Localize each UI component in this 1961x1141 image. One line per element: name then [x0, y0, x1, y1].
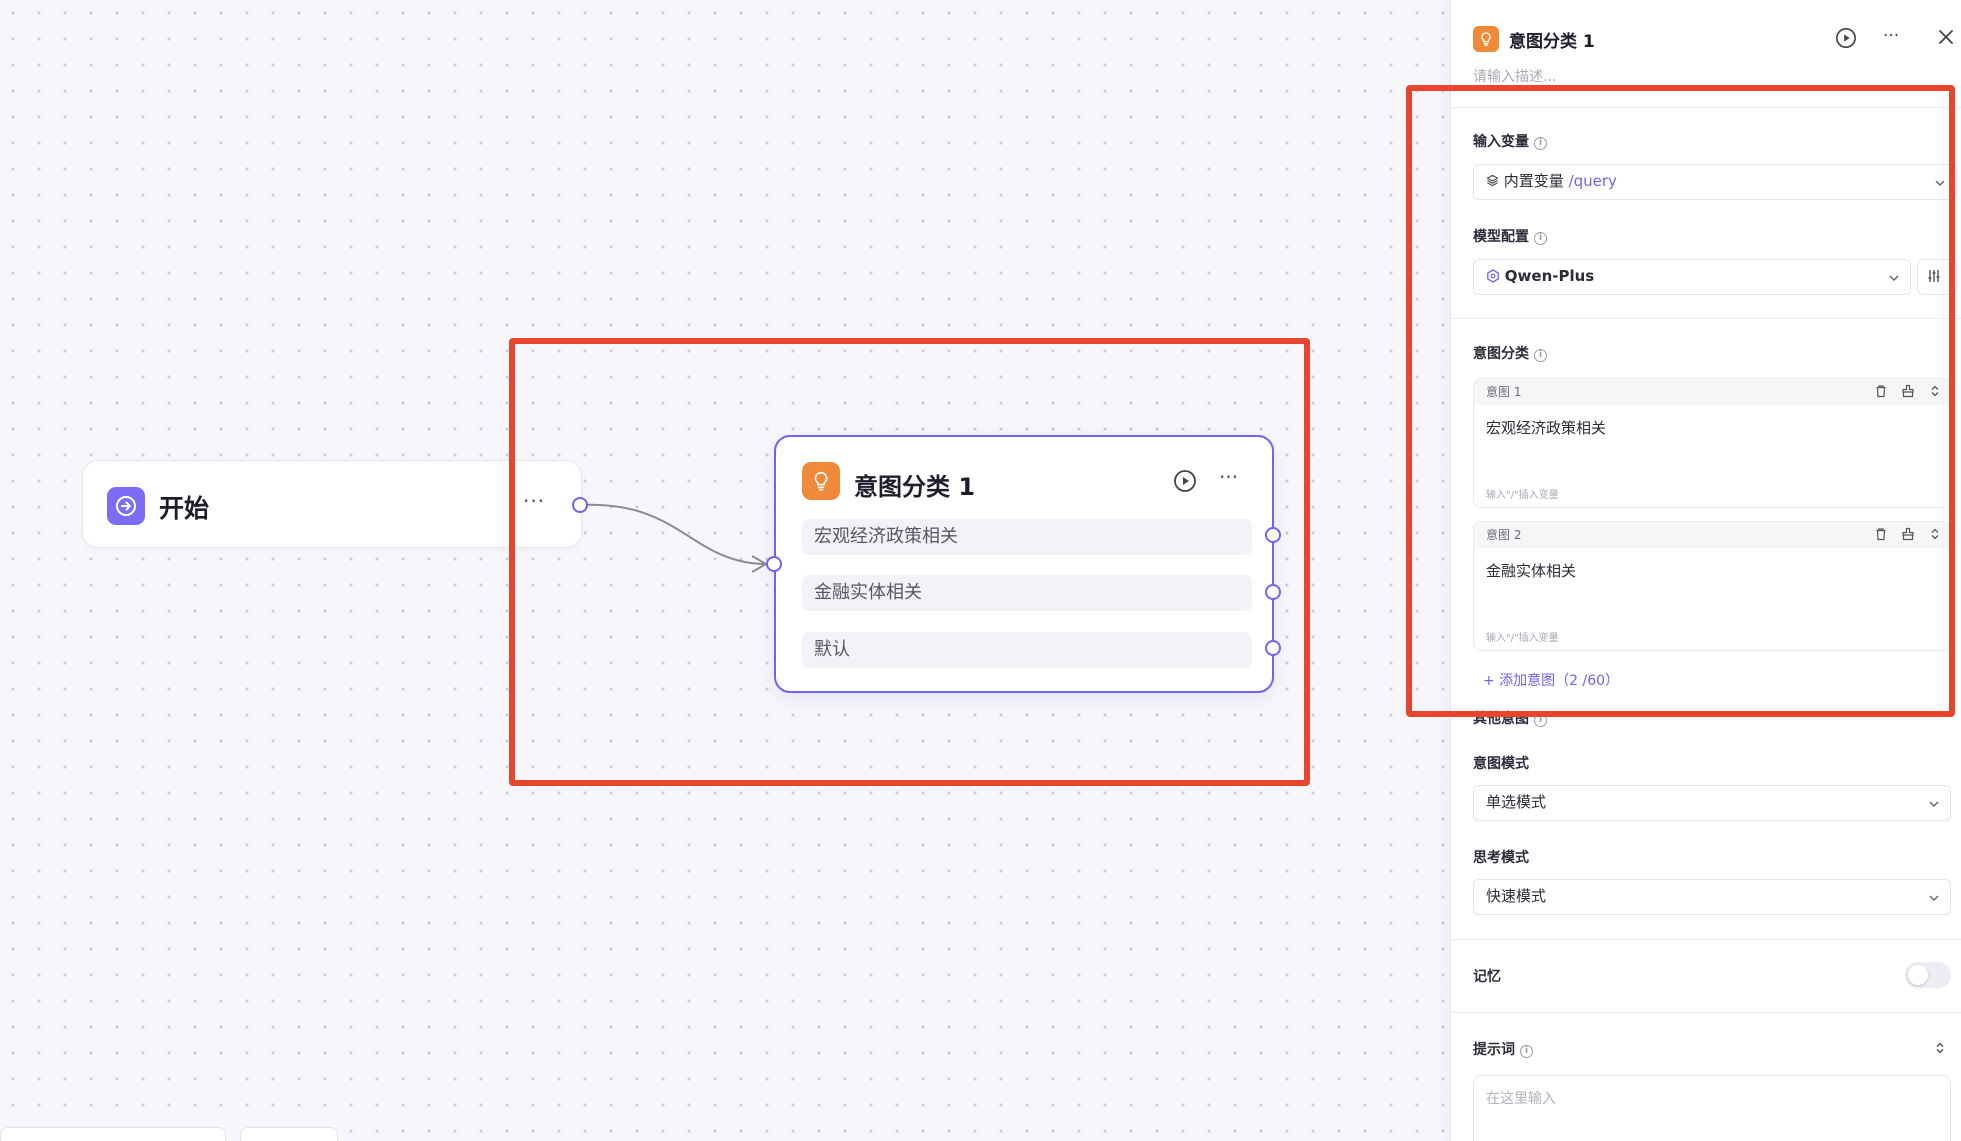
- intent-branch: 默认: [802, 632, 1252, 668]
- input-variable-prefix: 内置变量: [1503, 172, 1564, 190]
- run-icon[interactable]: [1173, 469, 1197, 497]
- prompt-label-text: 提示词: [1473, 1042, 1515, 1058]
- divider: [1451, 1012, 1961, 1013]
- intent-card[interactable]: 意图 1 宏观经济政策相关 输入"/"插入变量: [1473, 378, 1951, 508]
- intent-branch: 金融实体相关: [802, 575, 1252, 611]
- lightbulb-icon: [802, 462, 840, 500]
- node-config-panel: 意图分类 1 ··· 请输入描述... 输入变量 i 内置变量 /query 模型…: [1450, 0, 1961, 1141]
- intent-branch: 宏观经济政策相关: [802, 519, 1252, 555]
- input-variable-select[interactable]: 内置变量 /query: [1473, 164, 1957, 200]
- chevron-down-icon: [1929, 801, 1939, 808]
- run-icon[interactable]: [1835, 27, 1857, 53]
- intent-card-content[interactable]: 宏观经济政策相关: [1474, 405, 1950, 450]
- input-variable-label-text: 输入变量: [1473, 134, 1529, 150]
- model-params-button[interactable]: [1917, 259, 1957, 295]
- layers-icon: [1486, 174, 1499, 187]
- cleanup-icon[interactable]: [1901, 384, 1915, 398]
- intent-card-header: 意图 1: [1474, 379, 1950, 405]
- divider: [1451, 939, 1961, 940]
- branch-output-port[interactable]: [1265, 584, 1281, 600]
- prompt-input[interactable]: 在这里输入: [1473, 1075, 1951, 1141]
- expand-collapse-icon[interactable]: [1933, 1040, 1947, 1059]
- other-intent-label: 其他意图 i: [1473, 708, 1547, 728]
- model-name: Qwen-Plus: [1504, 267, 1595, 285]
- intent-node-more-icon[interactable]: ···: [1219, 465, 1238, 489]
- bottom-toolbar-right[interactable]: [240, 1127, 338, 1141]
- start-node-more-icon[interactable]: ···: [523, 489, 545, 513]
- delete-icon[interactable]: [1874, 527, 1888, 541]
- intent-mode-value: 单选模式: [1486, 793, 1547, 811]
- model-select[interactable]: Qwen-Plus: [1473, 259, 1911, 295]
- info-icon[interactable]: i: [1534, 232, 1547, 245]
- intent-classification-node[interactable]: 意图分类 1 ··· 宏观经济政策相关 金融实体相关 默认: [774, 435, 1274, 693]
- add-intent-button[interactable]: + 添加意图（2 /60）: [1483, 670, 1619, 690]
- chevron-down-icon: [1935, 180, 1945, 187]
- input-variable-label: 输入变量 i: [1473, 131, 1547, 151]
- prompt-label: 提示词 i: [1473, 1039, 1533, 1059]
- add-intent-label: 添加意图（2 /60）: [1499, 673, 1620, 689]
- description-input[interactable]: 请输入描述...: [1473, 66, 1556, 86]
- intent-node-title: 意图分类 1: [854, 473, 976, 501]
- lightbulb-icon: [1473, 26, 1499, 52]
- thinking-mode-select[interactable]: 快速模式: [1473, 879, 1951, 915]
- divider: [1451, 318, 1961, 319]
- workflow-canvas[interactable]: 开始 ··· 意图分类 1 ··· 宏观经济政策相关 金融实体相关 默认: [0, 0, 1450, 1141]
- model-hexagon-icon: [1487, 269, 1499, 283]
- delete-icon[interactable]: [1874, 384, 1888, 398]
- intent-card[interactable]: 意图 2 金融实体相关 输入"/"插入变量: [1473, 521, 1951, 651]
- intent-mode-select[interactable]: 单选模式: [1473, 785, 1951, 821]
- input-variable-path: /query: [1568, 172, 1617, 190]
- intent-card-content[interactable]: 金融实体相关: [1474, 548, 1950, 593]
- memory-toggle[interactable]: [1905, 962, 1951, 988]
- model-config-label-text: 模型配置: [1473, 229, 1529, 245]
- panel-title: 意图分类 1: [1509, 32, 1595, 52]
- model-config-label: 模型配置 i: [1473, 226, 1547, 246]
- info-icon[interactable]: i: [1534, 714, 1547, 727]
- intent-classification-label: 意图分类 i: [1473, 343, 1547, 363]
- other-intent-label-text: 其他意图: [1473, 711, 1529, 727]
- info-icon[interactable]: i: [1520, 1045, 1533, 1058]
- intent-classification-label-text: 意图分类: [1473, 346, 1529, 362]
- start-node-output-port[interactable]: [572, 497, 588, 513]
- chevron-down-icon: [1889, 275, 1899, 282]
- info-icon[interactable]: i: [1534, 349, 1547, 362]
- cleanup-icon[interactable]: [1901, 527, 1915, 541]
- expand-collapse-icon[interactable]: [1928, 527, 1942, 541]
- chevron-down-icon: [1929, 895, 1939, 902]
- memory-label: 记忆: [1473, 969, 1501, 985]
- sliders-icon: [1928, 270, 1940, 282]
- bottom-toolbar-left[interactable]: [0, 1127, 226, 1141]
- intent-card-name: 意图 1: [1486, 385, 1522, 399]
- intent-card-hint: 输入"/"插入变量: [1486, 490, 1559, 501]
- intent-mode-label: 意图模式: [1473, 756, 1529, 772]
- intent-card-header: 意图 2: [1474, 522, 1950, 548]
- thinking-mode-label: 思考模式: [1473, 850, 1529, 866]
- panel-more-icon[interactable]: ···: [1883, 26, 1899, 46]
- intent-node-input-port[interactable]: [766, 556, 782, 572]
- plus-icon: +: [1483, 673, 1500, 689]
- start-node[interactable]: 开始 ···: [82, 460, 582, 548]
- thinking-mode-value: 快速模式: [1486, 887, 1547, 905]
- divider: [1451, 107, 1961, 108]
- branch-output-port[interactable]: [1265, 640, 1281, 656]
- intent-card-name: 意图 2: [1486, 528, 1522, 542]
- expand-collapse-icon[interactable]: [1928, 384, 1942, 398]
- start-node-title: 开始: [159, 494, 210, 523]
- start-arrow-icon: [107, 487, 145, 525]
- branch-output-port[interactable]: [1265, 527, 1281, 543]
- close-icon[interactable]: [1937, 28, 1955, 50]
- intent-card-hint: 输入"/"插入变量: [1486, 633, 1559, 644]
- info-icon[interactable]: i: [1534, 137, 1547, 150]
